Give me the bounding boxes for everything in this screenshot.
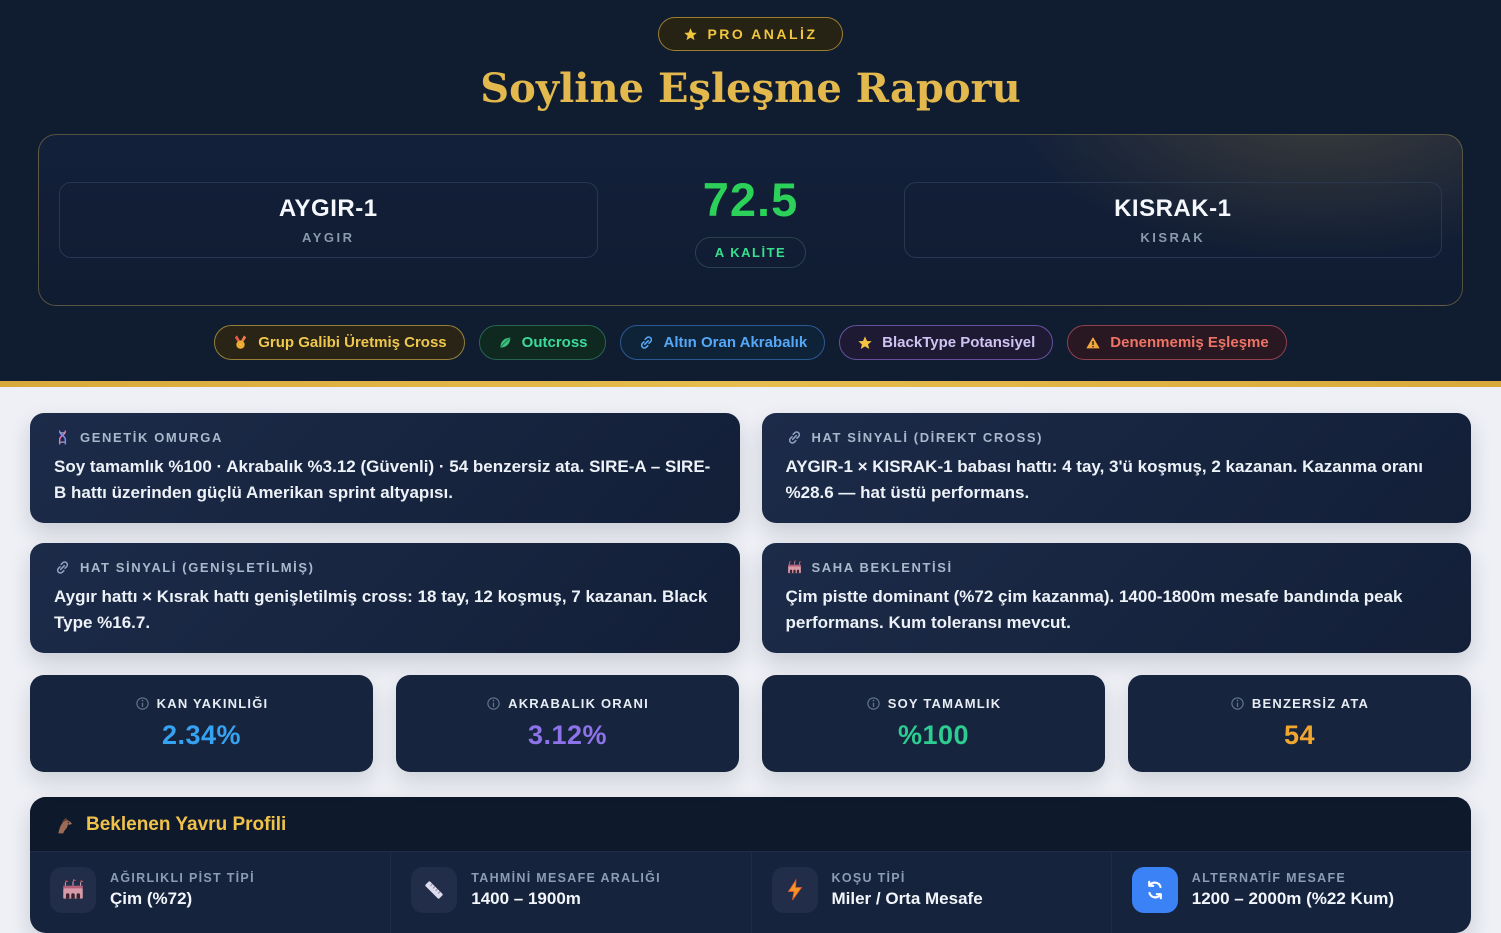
profile-header: Beklenen Yavru Profili [30,797,1471,852]
stat-label: BENZERSİZ ATA [1252,696,1369,711]
card-body: Soy tamamlık %100 · Akrabalık %3.12 (Güv… [54,454,716,505]
chip-golden-ratio: Altın Oran Akrabalık [620,325,826,360]
tag-chips-row: Grup Galibi Üretmiş Cross Outcross Altın… [0,325,1501,360]
stat-value: %100 [898,720,969,751]
card-title: HAT SİNYALİ (GENİŞLETİLMİŞ) [80,560,315,575]
match-score-card: AYGIR-1 AYGIR 72.5 A KALİTE KISRAK-1 KIS… [38,134,1463,306]
grade-badge: A KALİTE [695,237,806,268]
profile-grid: AĞIRLIKLI PİST TİPİ Çim (%72) TAHMİNİ ME… [30,852,1471,933]
stat-value: 2.34% [162,720,241,751]
profile-cell-alternate-distance: ALTERNATİF MESAFE 1200 – 2000m (%22 Kum) [1111,852,1471,933]
stat-inbreeding-ratio: AKRABALIK ORANI 3.12% [396,675,739,772]
chip-label: Grup Galibi Üretmiş Cross [258,334,446,351]
cell-texts: ALTERNATİF MESAFE 1200 – 2000m (%22 Kum) [1192,871,1394,909]
stallion-role: AYGIR [302,230,354,245]
warning-icon [1085,335,1101,351]
leaf-icon [497,335,513,351]
ruler-icon [411,867,457,913]
info-icon [1230,696,1245,711]
card-track-expectation: SAHA BEKLENTİSİ Çim pistte dominant (%72… [762,543,1472,653]
info-icon [486,696,501,711]
card-body: Çim pistte dominant (%72 çim kazanma). 1… [786,584,1448,635]
chip-blacktype-potential: BlackType Potansiyel [839,325,1053,360]
report-header-section: PRO ANALİZ Soyline Eşleşme Raporu AYGIR-… [0,0,1501,381]
stat-cards-row: KAN YAKINLIĞI 2.34% AKRABALIK ORANI 3.12… [30,675,1471,772]
mare-name: KISRAK-1 [1114,195,1231,223]
info-icon [135,696,150,711]
stallion-box: AYGIR-1 AYGIR [59,182,598,258]
cell-value: 1400 – 1900m [471,889,661,909]
lightning-icon [772,867,818,913]
link-icon [786,429,803,446]
chip-label: Denenmemiş Eşleşme [1110,334,1268,351]
match-score: 72.5 [703,172,798,227]
mare-role: KISRAK [1140,230,1205,245]
dna-icon [54,429,71,446]
link-icon [54,559,71,576]
chip-group-winner-cross: Grup Galibi Üretmiş Cross [214,325,464,360]
stat-unique-ancestors: BENZERSİZ ATA 54 [1128,675,1471,772]
info-cards-grid: GENETİK OMURGA Soy tamamlık %100 · Akrab… [30,413,1471,653]
card-line-signal-extended: HAT SİNYALİ (GENİŞLETİLMİŞ) Aygır hattı … [30,543,740,653]
stat-label: AKRABALIK ORANI [508,696,649,711]
horse-icon [54,815,75,836]
stadium-icon [786,559,803,576]
chip-outcross: Outcross [479,325,606,360]
stat-header: AKRABALIK ORANI [486,696,649,711]
pro-analysis-label: PRO ANALİZ [707,26,817,42]
stat-label: KAN YAKINLIĞI [157,696,269,711]
profile-cell-track-type: AĞIRLIKLI PİST TİPİ Çim (%72) [30,852,390,933]
report-body-section: GENETİK OMURGA Soy tamamlık %100 · Akrab… [0,387,1501,933]
cell-value: Miler / Orta Mesafe [832,889,983,909]
stat-label: SOY TAMAMLIK [888,696,1002,711]
cell-texts: KOŞU TİPİ Miler / Orta Mesafe [832,871,983,909]
card-header: SAHA BEKLENTİSİ [786,559,1448,576]
star-icon [857,335,873,351]
match-score-column: 72.5 A KALİTE [626,172,876,268]
card-title: HAT SİNYALİ (DİREKT CROSS) [812,430,1044,445]
cell-label: ALTERNATİF MESAFE [1192,871,1394,885]
stat-header: KAN YAKINLIĞI [135,696,269,711]
card-genetic-backbone: GENETİK OMURGA Soy tamamlık %100 · Akrab… [30,413,740,523]
stat-header: SOY TAMAMLIK [866,696,1002,711]
expected-foal-profile-panel: Beklenen Yavru Profili AĞIRLIKLI PİST Tİ… [30,797,1471,933]
medal-icon [232,334,249,351]
card-title: SAHA BEKLENTİSİ [812,560,953,575]
info-icon [866,696,881,711]
chip-untested-match: Denenmemiş Eşleşme [1067,325,1286,360]
link-icon [638,334,655,351]
chip-label: Outcross [522,334,588,351]
stat-blood-proximity: KAN YAKINLIĞI 2.34% [30,675,373,772]
profile-cell-race-type: KOŞU TİPİ Miler / Orta Mesafe [751,852,1111,933]
stadium-icon [50,867,96,913]
chip-label: Altın Oran Akrabalık [664,334,808,351]
cell-label: TAHMİNİ MESAFE ARALIĞI [471,871,661,885]
card-header: HAT SİNYALİ (DİREKT CROSS) [786,429,1448,446]
stallion-name: AYGIR-1 [279,195,378,223]
card-header: HAT SİNYALİ (GENİŞLETİLMİŞ) [54,559,716,576]
cell-texts: TAHMİNİ MESAFE ARALIĞI 1400 – 1900m [471,871,661,909]
stat-pedigree-completeness: SOY TAMAMLIK %100 [762,675,1105,772]
card-title: GENETİK OMURGA [80,430,223,445]
stat-value: 3.12% [528,720,607,751]
cell-texts: AĞIRLIKLI PİST TİPİ Çim (%72) [110,871,255,909]
card-line-signal-direct: HAT SİNYALİ (DİREKT CROSS) AYGIR-1 × KIS… [762,413,1472,523]
stat-value: 54 [1284,720,1315,751]
cell-label: KOŞU TİPİ [832,871,983,885]
cell-label: AĞIRLIKLI PİST TİPİ [110,871,255,885]
chip-label: BlackType Potansiyel [882,334,1035,351]
profile-title: Beklenen Yavru Profili [86,814,286,836]
card-body: Aygır hattı × Kısrak hattı genişletilmiş… [54,584,716,635]
mare-box: KISRAK-1 KISRAK [904,182,1443,258]
stat-header: BENZERSİZ ATA [1230,696,1369,711]
cell-value: 1200 – 2000m (%22 Kum) [1192,889,1394,909]
card-body: AYGIR-1 × KISRAK-1 babası hattı: 4 tay, … [786,454,1448,505]
pro-analysis-badge: PRO ANALİZ [658,17,842,51]
cell-value: Çim (%72) [110,889,255,909]
card-header: GENETİK OMURGA [54,429,716,446]
star-icon [683,27,698,42]
profile-cell-distance-range: TAHMİNİ MESAFE ARALIĞI 1400 – 1900m [390,852,750,933]
page-title: Soyline Eşleşme Raporu [0,65,1501,112]
refresh-icon [1132,867,1178,913]
